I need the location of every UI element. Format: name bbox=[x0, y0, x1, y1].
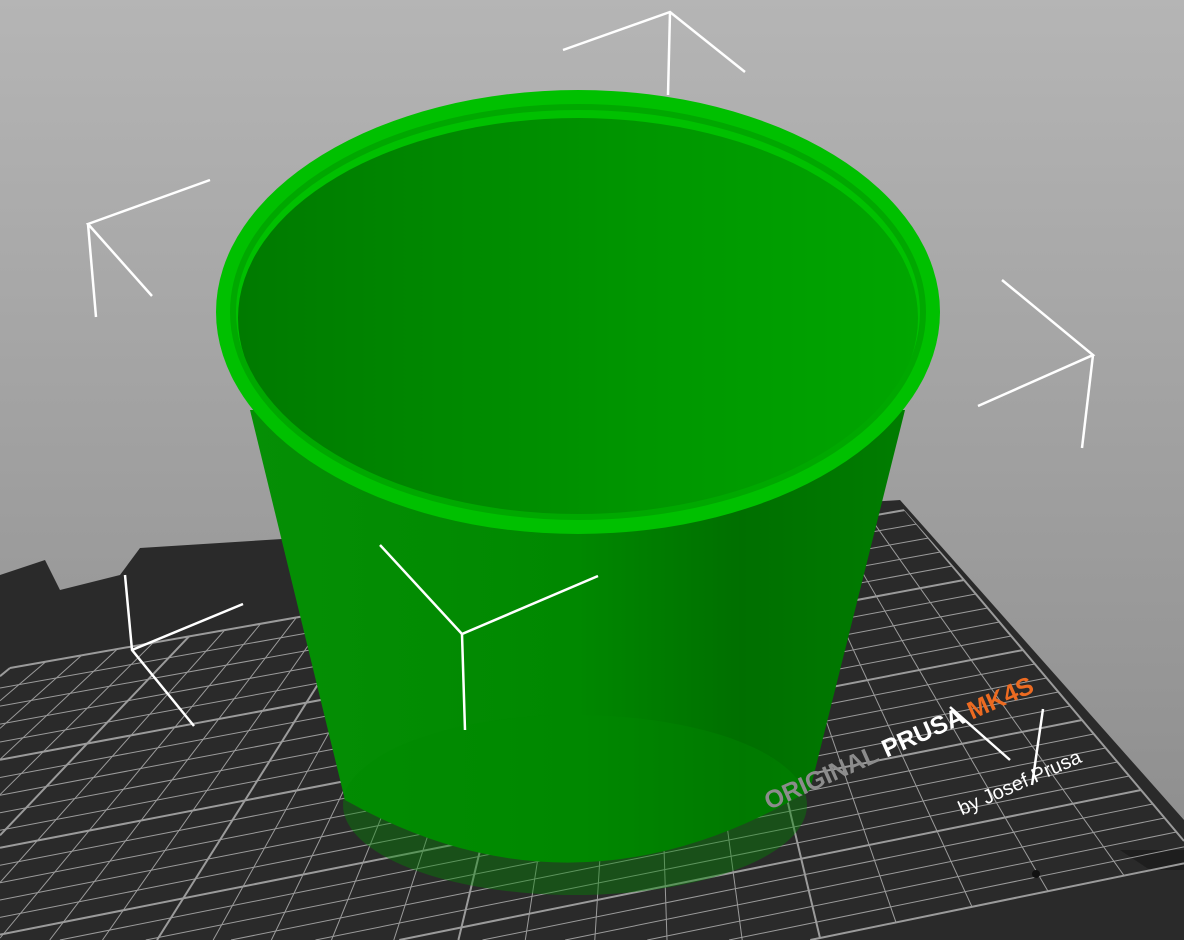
bed-screw-hole bbox=[1032, 870, 1040, 878]
